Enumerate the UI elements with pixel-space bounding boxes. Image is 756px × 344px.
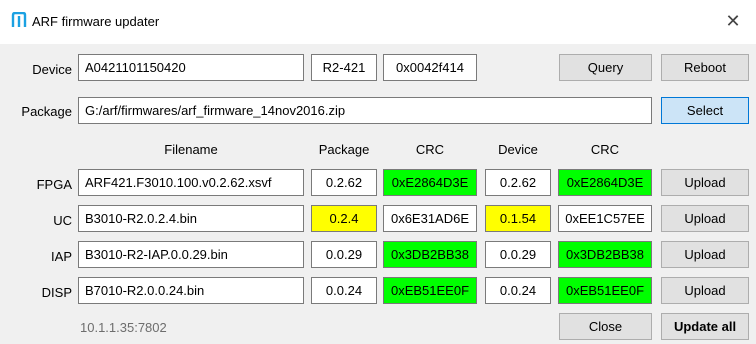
connection-address: 10.1.1.35:7802 xyxy=(80,320,167,335)
row-label-fpga: FPGA xyxy=(36,177,72,192)
fpga-device-version[interactable]: 0.2.62 xyxy=(485,169,551,196)
uc-upload-button[interactable]: Upload xyxy=(661,205,749,232)
fpga-package-crc[interactable]: 0xE2864D3E xyxy=(383,169,477,196)
row-label-uc: UC xyxy=(53,213,72,228)
fpga-filename-field[interactable]: ARF421.F3010.100.v0.2.62.xsvf xyxy=(78,169,304,196)
uc-filename-field[interactable]: B3010-R2.0.2.4.bin xyxy=(78,205,304,232)
iap-package-version[interactable]: 0.0.29 xyxy=(311,241,377,268)
close-button[interactable]: Close xyxy=(559,313,652,340)
query-button[interactable]: Query xyxy=(559,54,652,81)
main-panel: Device A0421101150420 R2-421 0x0042f414 … xyxy=(0,44,756,344)
package-label: Package xyxy=(21,104,72,119)
package-path-field[interactable]: G:/arf/firmwares/arf_firmware_14nov2016.… xyxy=(78,97,652,124)
arf-logo-icon xyxy=(11,12,27,27)
close-icon[interactable]: ✕ xyxy=(722,10,744,32)
device-crc-column-header: CRC xyxy=(590,142,620,157)
uc-package-crc[interactable]: 0x6E31AD6E xyxy=(383,205,477,232)
uc-device-version[interactable]: 0.1.54 xyxy=(485,205,551,232)
iap-package-crc[interactable]: 0x3DB2BB38 xyxy=(383,241,477,268)
uc-device-crc[interactable]: 0xEE1C57EE xyxy=(558,205,652,232)
row-label-disp: DISP xyxy=(41,285,72,300)
package-column-header: Package xyxy=(318,142,370,157)
uc-package-version[interactable]: 0.2.4 xyxy=(311,205,377,232)
fpga-device-crc[interactable]: 0xE2864D3E xyxy=(558,169,652,196)
fpga-upload-button[interactable]: Upload xyxy=(661,169,749,196)
device-id-field[interactable]: 0x0042f414 xyxy=(383,54,477,81)
reboot-button[interactable]: Reboot xyxy=(661,54,749,81)
device-serial-field[interactable]: A0421101150420 xyxy=(78,54,304,81)
disp-filename-field[interactable]: B7010-R2.0.0.24.bin xyxy=(78,277,304,304)
disp-upload-button[interactable]: Upload xyxy=(661,277,749,304)
iap-device-crc[interactable]: 0x3DB2BB38 xyxy=(558,241,652,268)
filename-column-header: Filename xyxy=(164,142,218,157)
update-all-button[interactable]: Update all xyxy=(661,313,749,340)
device-label: Device xyxy=(32,62,72,77)
device-model-field[interactable]: R2-421 xyxy=(311,54,377,81)
disp-package-version[interactable]: 0.0.24 xyxy=(311,277,377,304)
iap-device-version[interactable]: 0.0.29 xyxy=(485,241,551,268)
fpga-package-version[interactable]: 0.2.62 xyxy=(311,169,377,196)
disp-device-crc[interactable]: 0xEB51EE0F xyxy=(558,277,652,304)
device-column-header: Device xyxy=(498,142,538,157)
package-crc-column-header: CRC xyxy=(415,142,445,157)
disp-package-crc[interactable]: 0xEB51EE0F xyxy=(383,277,477,304)
iap-filename-field[interactable]: B3010-R2-IAP.0.0.29.bin xyxy=(78,241,304,268)
iap-upload-button[interactable]: Upload xyxy=(661,241,749,268)
select-button[interactable]: Select xyxy=(661,97,749,124)
row-label-iap: IAP xyxy=(51,249,72,264)
window-title: ARF firmware updater xyxy=(32,14,160,29)
title-bar: ARF firmware updater ✕ xyxy=(0,0,756,44)
disp-device-version[interactable]: 0.0.24 xyxy=(485,277,551,304)
